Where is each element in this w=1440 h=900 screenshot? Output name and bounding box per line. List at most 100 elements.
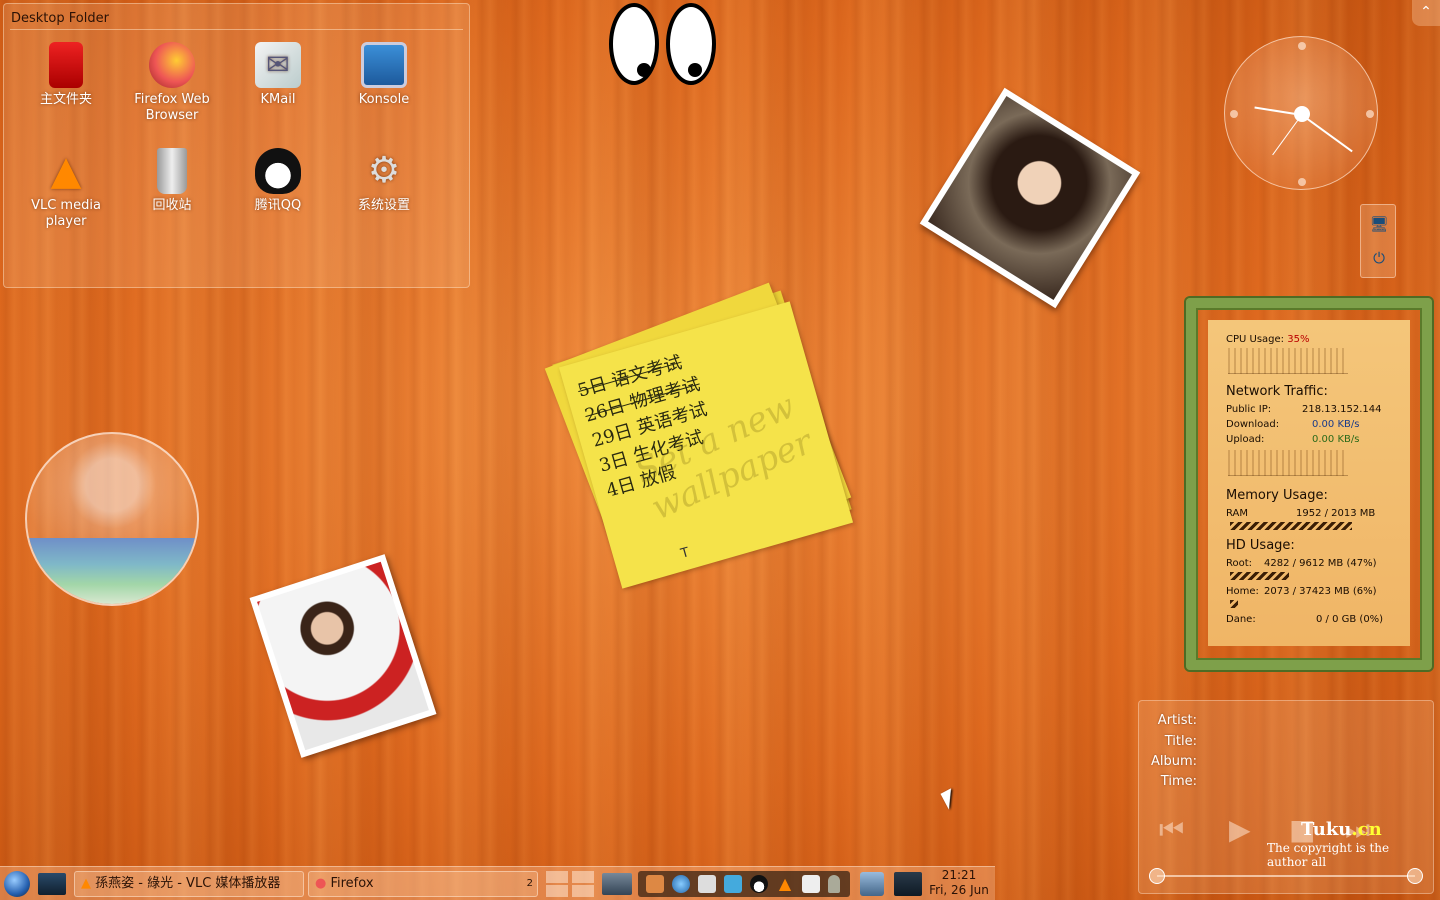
vlc-cone-icon: ▲ bbox=[50, 148, 82, 194]
clock-date: Fri, 26 Jun bbox=[929, 883, 989, 897]
download-label: Download: bbox=[1226, 419, 1280, 430]
desktop-toolbox-button[interactable]: ⌃ bbox=[1412, 0, 1440, 26]
artist-label: Artist: bbox=[1157, 713, 1197, 728]
clock-time: 21:21 bbox=[941, 868, 977, 882]
desktop-icon-firefox[interactable]: Firefox Web Browser bbox=[122, 42, 222, 124]
firefox-icon: ● bbox=[315, 876, 327, 891]
sticky-note-widget[interactable]: 5日 语文考试 26日 物理考试 29日 英语考试 3日 生化考试 4日 放假 … bbox=[558, 301, 854, 589]
taskbar-task-vlc[interactable]: ▲ 孫燕姿 - 綠光 - VLC 媒体播放器 bbox=[74, 871, 304, 897]
desktop-icon-kmail[interactable]: ✉ KMail bbox=[228, 42, 328, 108]
analog-clock-widget bbox=[1224, 36, 1378, 190]
watermark-text: The copyright is the author all bbox=[1267, 841, 1390, 869]
red-cabinet-icon bbox=[49, 42, 83, 88]
taskbar-clock[interactable]: 21:21 Fri, 26 Jun bbox=[927, 868, 991, 898]
play-icon[interactable]: ▶ bbox=[1229, 813, 1251, 846]
root-label: Root: bbox=[1226, 558, 1253, 569]
tray-network-icon[interactable] bbox=[672, 875, 690, 893]
tray-device-icon[interactable] bbox=[802, 875, 820, 893]
text-format-icon[interactable]: T bbox=[679, 545, 691, 562]
tray-vlc-icon[interactable]: ▲ bbox=[776, 875, 794, 893]
power-icon[interactable]: ⏻ bbox=[1368, 247, 1390, 269]
file-manager-icon[interactable] bbox=[38, 873, 66, 895]
dane-value: 0 / 0 GB (0%) bbox=[1316, 614, 1384, 625]
desktop-icon-konsole[interactable]: Konsole bbox=[334, 42, 434, 108]
home-label: Home: bbox=[1226, 586, 1259, 597]
computer-icon[interactable]: 🖥 bbox=[1368, 213, 1390, 235]
system-monitor-widget: CPU Usage: 35% Network Traffic: Public I… bbox=[1208, 320, 1410, 646]
upload-label: Upload: bbox=[1226, 434, 1265, 445]
task-label: 孫燕姿 - 綠光 - VLC 媒体播放器 bbox=[95, 876, 281, 891]
mail-icon: ✉ bbox=[255, 42, 301, 88]
previous-track-icon[interactable]: ⏮ bbox=[1159, 813, 1184, 847]
desktop-pager-1[interactable] bbox=[546, 871, 568, 883]
desktop-folder-widget: Desktop Folder 主文件夹 Firefox Web Browser … bbox=[3, 3, 470, 288]
toolbox-icon: ⌃ bbox=[1420, 4, 1432, 20]
application-launcher-icon[interactable] bbox=[4, 871, 30, 897]
desktop-pager-3[interactable] bbox=[546, 885, 568, 897]
portrait-photo bbox=[257, 561, 429, 751]
photo-frame-widget-1 bbox=[919, 87, 1141, 309]
tray-qq-icon[interactable] bbox=[750, 875, 768, 893]
clock-center bbox=[1294, 106, 1310, 122]
photo-frame-widget-2 bbox=[249, 554, 437, 758]
clock-minute-hand bbox=[1301, 114, 1353, 153]
cpu-value: 35% bbox=[1287, 334, 1310, 345]
network-graph bbox=[1228, 450, 1348, 476]
left-pupil bbox=[637, 63, 651, 77]
tray-kmail-icon[interactable] bbox=[724, 875, 742, 893]
folder-title: Desktop Folder bbox=[11, 11, 109, 26]
tray-app-icon[interactable] bbox=[646, 875, 664, 893]
firefox-icon bbox=[149, 42, 195, 88]
root-usage-bar bbox=[1230, 572, 1289, 580]
taskbar-task-firefox[interactable]: ● Firefox 2 bbox=[308, 871, 538, 897]
home-value: 2073 / 37423 MB (6%) bbox=[1264, 586, 1377, 597]
seek-slider-handle[interactable] bbox=[1149, 868, 1165, 884]
ram-usage-bar bbox=[1230, 522, 1352, 530]
desktop-icon-trash[interactable]: 回收站 bbox=[122, 148, 222, 214]
icon-label: VLC media player bbox=[31, 198, 101, 229]
system-tray: ▲ bbox=[638, 871, 850, 897]
watermark-logo-suffix: .cn bbox=[1351, 819, 1382, 840]
album-label: Album: bbox=[1150, 754, 1197, 769]
tray-monitor-icon[interactable] bbox=[860, 872, 884, 896]
task-count: 2 bbox=[526, 878, 533, 889]
portrait-photo bbox=[928, 96, 1132, 300]
memory-heading: Memory Usage: bbox=[1226, 488, 1328, 503]
icon-label: 系统设置 bbox=[357, 198, 410, 213]
eyes-widget-right-eye bbox=[666, 3, 716, 85]
download-value: 0.00 KB/s bbox=[1312, 419, 1360, 430]
trash-icon bbox=[157, 148, 187, 194]
icon-label: 腾讯QQ bbox=[254, 198, 302, 213]
cpu-label: CPU Usage: bbox=[1226, 334, 1285, 345]
panel-side-buttons: 🖥 ⏻ bbox=[1360, 204, 1396, 278]
mouse-cursor bbox=[940, 788, 960, 810]
bubble-water-level bbox=[27, 538, 197, 604]
seek-slider-track[interactable] bbox=[1157, 875, 1415, 877]
show-desktop-icon[interactable] bbox=[602, 873, 632, 895]
dane-label: Dane: bbox=[1226, 614, 1256, 625]
time-label: Time: bbox=[1160, 774, 1197, 789]
desktop-pager-2[interactable] bbox=[572, 871, 594, 883]
eyes-widget-left-eye bbox=[609, 3, 659, 85]
right-pupil bbox=[688, 63, 702, 77]
icon-label: 回收站 bbox=[152, 198, 192, 213]
desktop-icon-home-folder[interactable]: 主文件夹 bbox=[16, 42, 116, 108]
now-playing-widget: Artist: Title: Album: Time: ⏮ ▶ ■ ⏭ Tuku… bbox=[1138, 700, 1434, 894]
public-ip-label: Public IP: bbox=[1226, 404, 1272, 415]
tray-clipboard-icon[interactable] bbox=[698, 875, 716, 893]
desktop-icon-system-settings[interactable]: ⚙ 系统设置 bbox=[334, 148, 434, 214]
desktop-icon-qq[interactable]: 腾讯QQ bbox=[228, 148, 328, 214]
home-usage-bar bbox=[1230, 600, 1238, 608]
settings-tools-icon: ⚙ bbox=[367, 150, 401, 191]
taskbar: ▲ 孫燕姿 - 綠光 - VLC 媒体播放器 ● Firefox 2 ▲ bbox=[0, 866, 995, 900]
tray-lightbulb-icon[interactable] bbox=[828, 875, 840, 893]
penguin-icon bbox=[255, 148, 301, 194]
desktop-icon-vlc[interactable]: ▲ VLC media player bbox=[16, 148, 116, 230]
volume-slider-handle[interactable] bbox=[1407, 868, 1423, 884]
icon-label: Firefox Web Browser bbox=[134, 92, 210, 123]
public-ip-value: 218.13.152.144 bbox=[1302, 404, 1382, 415]
desktop-pager-4[interactable] bbox=[572, 885, 594, 897]
title-label: Title: bbox=[1164, 734, 1197, 749]
tray-folder-icon[interactable] bbox=[894, 872, 922, 896]
icon-label: 主文件夹 bbox=[39, 92, 92, 107]
